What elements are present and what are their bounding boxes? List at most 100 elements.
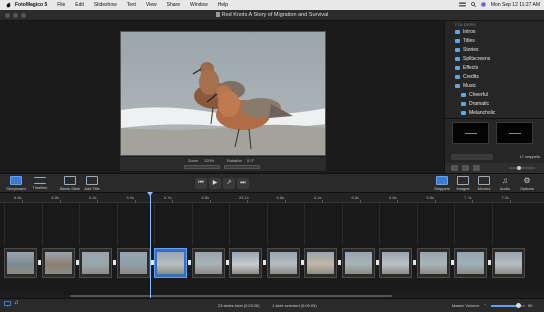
track-separator <box>41 203 43 245</box>
storyboard-button[interactable]: Storyboard <box>5 175 27 193</box>
folder-titles[interactable]: Titles <box>455 38 475 44</box>
track-separator <box>341 203 343 245</box>
menu-app-name[interactable]: FotoMagico 5 <box>15 2 47 8</box>
timeline-clip[interactable] <box>491 248 525 278</box>
blank-slide-button[interactable]: Blank Slide <box>59 175 81 193</box>
snippet-thumbnail[interactable] <box>452 122 489 144</box>
timeline-scrollbar[interactable] <box>70 295 392 297</box>
ruler-duration-label: 6.8s <box>389 195 397 200</box>
folder-cheerful[interactable]: Cheerful <box>461 92 488 98</box>
play-button[interactable]: ▶ <box>209 178 221 189</box>
folder-label: Cheerful <box>469 92 488 98</box>
ruler-duration-label: 6.8s <box>201 195 210 200</box>
view-mode-icon[interactable] <box>451 165 458 171</box>
snippets-sidebar: FOLDERS Intros Titles Stories Splitscree… <box>444 21 544 173</box>
timeline-clip[interactable] <box>341 248 375 278</box>
zoom-slider[interactable] <box>184 165 220 169</box>
slide-preview-area: Zoom 120% Rotation 0.0° <box>0 21 444 173</box>
timeline-button[interactable]: Timeline <box>29 175 51 193</box>
track-separator <box>416 203 418 245</box>
folder-splitscreens[interactable]: Splitscreens <box>455 56 490 62</box>
menu-text[interactable]: Text <box>127 2 136 8</box>
ruler-tick <box>209 200 211 203</box>
options-button[interactable]: ⚙ Options <box>516 175 538 193</box>
siri-icon[interactable] <box>481 1 486 9</box>
skip-forward-button[interactable]: ⏭ <box>237 178 249 189</box>
folder-effects[interactable]: Effects <box>455 65 478 71</box>
list-view-icon[interactable] <box>473 165 480 171</box>
timeline-label: Timeline <box>32 185 48 190</box>
ruler-tick <box>359 200 361 203</box>
menu-view[interactable]: View <box>146 2 157 8</box>
track-separator <box>266 203 268 245</box>
timeline-clip[interactable] <box>4 248 37 278</box>
snippets-button[interactable]: Snippets <box>431 175 453 193</box>
add-title-button[interactable]: Add Title <box>81 175 103 193</box>
folder-dramatic[interactable]: Dramatic <box>461 101 489 107</box>
playhead[interactable] <box>150 193 151 298</box>
folder-credits[interactable]: Credits <box>455 74 479 80</box>
menu-share[interactable]: Share <box>167 2 180 8</box>
ruler-duration-label: 6.8s <box>14 195 22 200</box>
folder-stories[interactable]: Stories <box>455 47 479 53</box>
timeline-clip[interactable] <box>229 248 262 278</box>
images-button[interactable]: Images <box>452 175 474 193</box>
menu-slideshow[interactable]: Slideshow <box>94 2 117 8</box>
snippet-thumbnail[interactable] <box>496 122 533 144</box>
timeline-clip[interactable] <box>191 248 225 278</box>
rotation-value[interactable]: 0.0° <box>247 158 254 163</box>
folder-label: Melancholic <box>469 110 496 116</box>
ruler-tick <box>22 200 23 203</box>
menu-window[interactable]: Window <box>190 2 208 8</box>
ruler-tick <box>59 200 61 203</box>
timeline-clip[interactable] <box>154 248 187 278</box>
menu-file[interactable]: File <box>57 2 65 8</box>
skip-back-button[interactable]: ⏮ <box>195 178 207 189</box>
share-button[interactable]: ↗ <box>223 178 235 189</box>
rotation-slider[interactable] <box>224 165 260 169</box>
clip-thumbnail <box>344 252 372 274</box>
search-icon[interactable] <box>471 1 476 9</box>
ruler-tick <box>172 200 173 203</box>
zoom-value[interactable]: 120% <box>204 158 214 163</box>
folder-music[interactable]: Music <box>455 83 476 89</box>
folder-label: Splitscreens <box>463 56 491 62</box>
track-separator <box>454 203 455 245</box>
menu-edit[interactable]: Edit <box>75 2 84 8</box>
timeline-clip[interactable] <box>116 248 150 278</box>
master-volume-knob[interactable] <box>515 303 521 308</box>
folder-icon <box>461 102 466 106</box>
options-label: Options <box>520 186 534 191</box>
menu-clock[interactable]: Mon Sep 12 11:27 AM <box>491 2 540 8</box>
snippet-search-field[interactable] <box>451 154 493 160</box>
ruler-tick <box>472 200 473 203</box>
timeline-clip[interactable] <box>416 248 450 278</box>
ruler-duration-label: 6.8s <box>276 195 285 200</box>
display-icon[interactable] <box>4 301 11 308</box>
music-note-icon[interactable]: ♫ <box>14 300 19 306</box>
red-knots-photo <box>121 32 325 155</box>
apple-logo-icon[interactable] <box>5 2 11 8</box>
control-center-icon[interactable] <box>458 2 466 9</box>
timeline-clip[interactable] <box>379 248 412 278</box>
audio-button[interactable]: ♫ Audio <box>494 175 516 193</box>
menu-help[interactable]: Help <box>218 2 228 8</box>
folder-melancholic[interactable]: Melancholic <box>461 110 495 116</box>
grid-view-icon[interactable] <box>462 165 469 171</box>
sidebar-bottom-controls <box>445 163 544 173</box>
folder-intros[interactable]: Intros <box>455 29 476 35</box>
timeline-clip[interactable] <box>266 248 300 278</box>
timeline-clip[interactable] <box>304 248 337 278</box>
clip-thumbnail <box>382 252 409 274</box>
folder-icon <box>455 48 460 52</box>
timeline-clip[interactable] <box>41 248 75 278</box>
folder-icon <box>455 66 460 70</box>
slide-preview-image[interactable] <box>120 31 326 156</box>
timeline-clip[interactable] <box>454 248 487 278</box>
thumbnail-size-slider[interactable] <box>509 166 535 170</box>
add-title-label: Add Title <box>84 186 100 191</box>
clip-thumbnail <box>119 252 147 274</box>
snippet-count: 17 snippets <box>519 154 540 159</box>
movies-button[interactable]: Movies <box>473 175 495 193</box>
timeline-clip[interactable] <box>79 248 112 278</box>
